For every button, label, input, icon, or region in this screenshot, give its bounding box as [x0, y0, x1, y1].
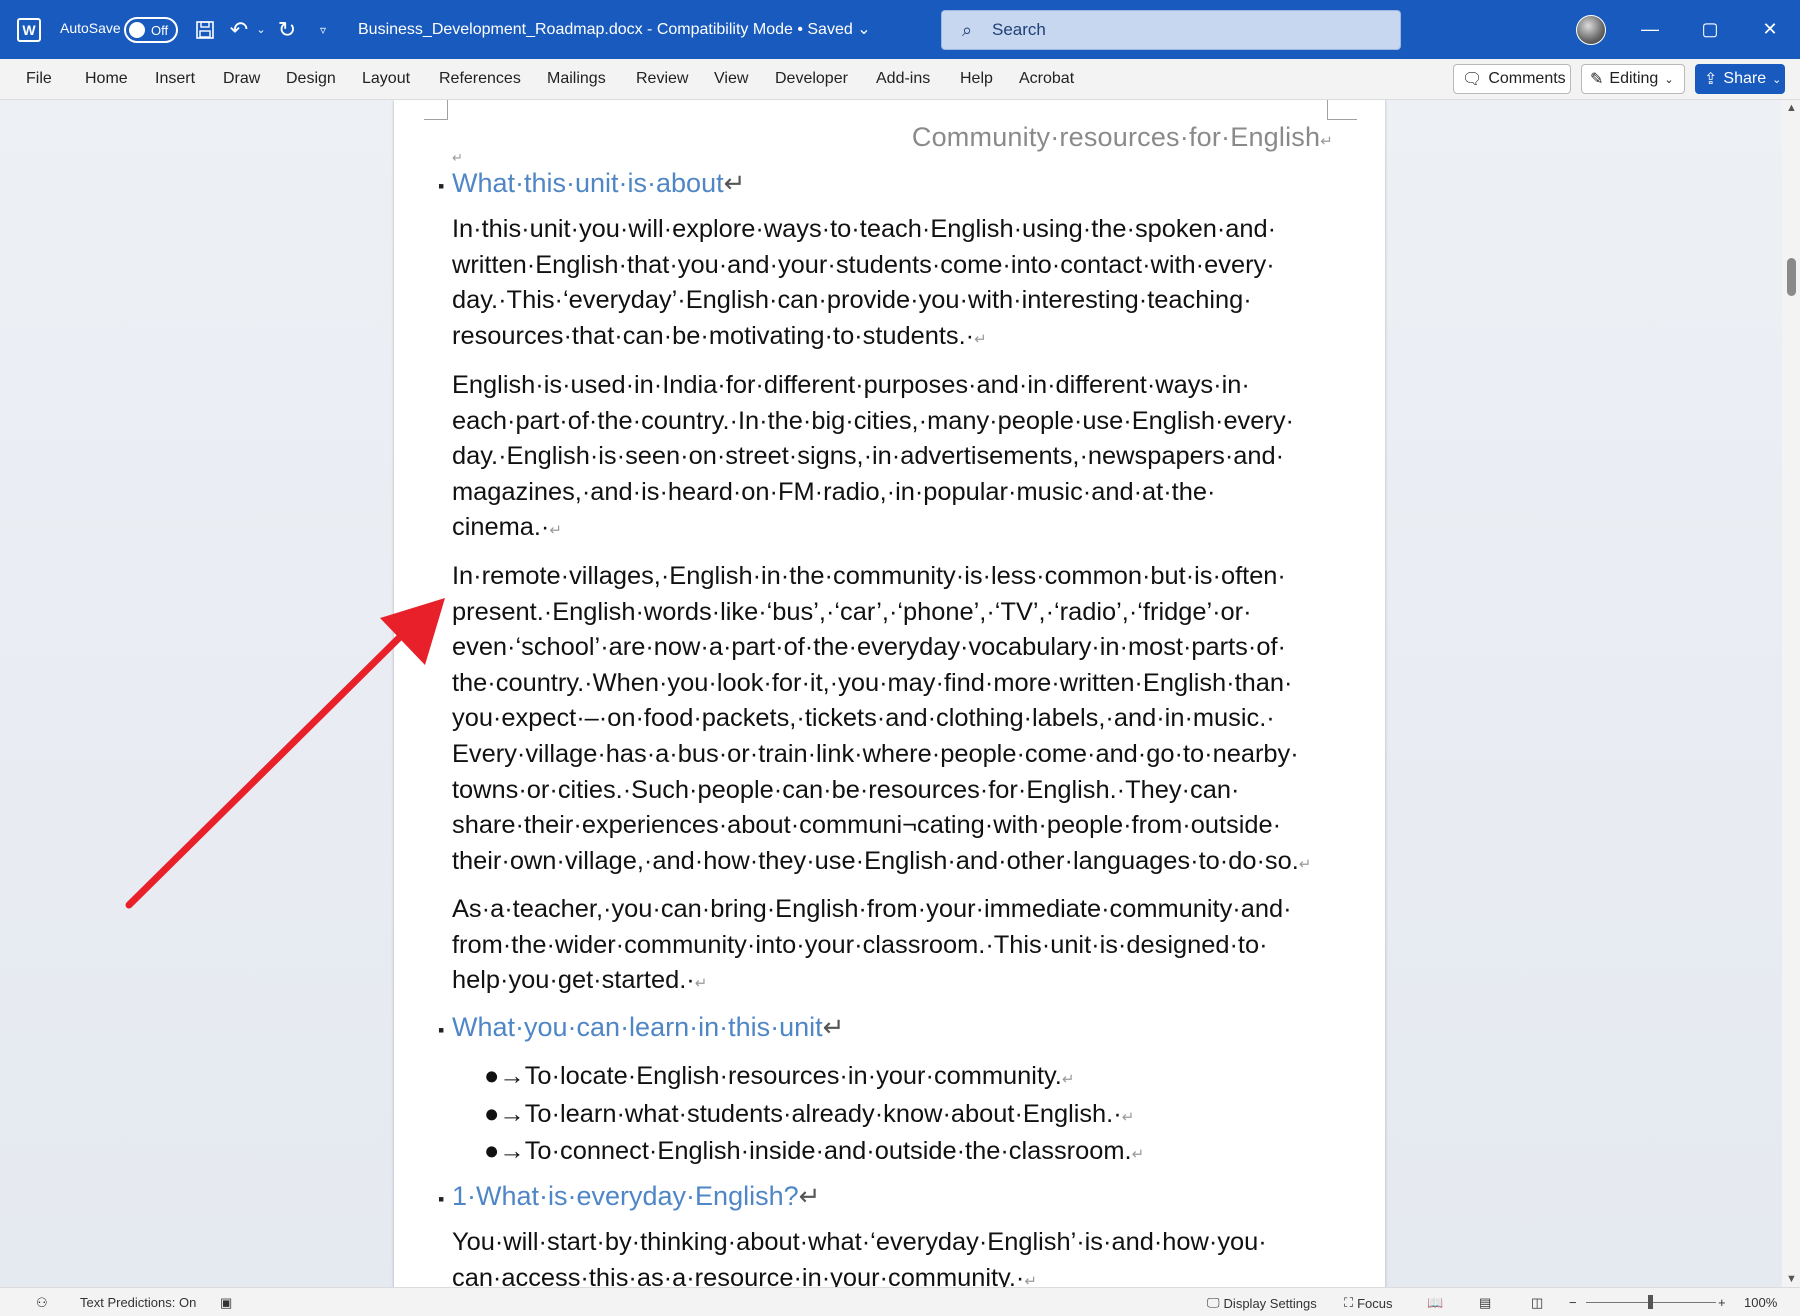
list-item: ●→To·locate·English·resources·in·your·co… — [484, 1062, 1075, 1090]
tab-home[interactable]: Home — [85, 70, 128, 88]
zoom-level[interactable]: 100% — [1744, 1295, 1777, 1310]
margin-corner-left — [424, 100, 448, 120]
toggle-knob — [129, 22, 145, 38]
document-page[interactable]: Community·resources·for·English↵ ↵ ▪ What… — [394, 100, 1385, 1287]
tab-design[interactable]: Design — [286, 70, 336, 88]
maximize-button[interactable]: ▢ — [1680, 0, 1740, 59]
tab-review[interactable]: Review — [636, 70, 688, 88]
list-item: ●→To·learn·what·students·already·know·ab… — [484, 1100, 1135, 1128]
editing-mode-button[interactable]: ✎ Editing ⌄ — [1581, 64, 1685, 94]
chevron-down-icon: ⌄ — [857, 21, 871, 38]
tab-file[interactable]: File — [26, 70, 52, 88]
web-layout-icon[interactable]: ◫ — [1531, 1295, 1543, 1311]
text-predictions-status[interactable]: Text Predictions: On — [80, 1295, 196, 1310]
scroll-up-icon[interactable]: ▲ — [1786, 102, 1797, 114]
focus-icon: ⛶ — [1344, 1295, 1354, 1310]
pencil-icon: ✎ — [1590, 71, 1604, 88]
close-button[interactable]: ✕ — [1740, 0, 1800, 59]
share-button[interactable]: ⇪ Share ⌄ — [1695, 64, 1785, 94]
paragraph-3: In·remote·villages,·English·in·the·commu… — [452, 562, 1312, 875]
read-mode-icon[interactable]: 📖 — [1427, 1295, 1443, 1311]
editing-label: Editing — [1609, 70, 1659, 87]
zoom-slider-thumb[interactable] — [1648, 1295, 1653, 1309]
chevron-down-icon: ⌄ — [1664, 73, 1674, 86]
display-settings-button[interactable]: 🖵 Display Settings — [1207, 1295, 1317, 1311]
tab-acrobat[interactable]: Acrobat — [1019, 70, 1074, 88]
focus-button[interactable]: ⛶ Focus — [1344, 1295, 1393, 1311]
scroll-down-icon[interactable]: ▼ — [1786, 1273, 1797, 1285]
list-item: ●→To·connect·English·inside·and·outside·… — [484, 1137, 1145, 1165]
paragraph-mark: ↵ — [452, 150, 463, 165]
paragraph-1: In·this·unit·you·will·explore·ways·to·te… — [452, 215, 1277, 350]
accessibility-icon[interactable]: ⚇ — [36, 1295, 48, 1311]
avatar[interactable] — [1576, 15, 1606, 45]
search-icon: ⌕ — [961, 19, 973, 40]
tab-view[interactable]: View — [714, 70, 748, 88]
paragraph-2: English·is·used·in·India·for·different·p… — [452, 371, 1294, 542]
search-box[interactable]: ⌕ Search — [941, 10, 1401, 50]
document-title[interactable]: Business_Development_Roadmap.docx - Comp… — [358, 19, 871, 39]
ribbon-tabs: File Home Insert Draw Design Layout Refe… — [0, 59, 1800, 100]
share-icon: ⇪ — [1704, 71, 1718, 88]
customize-toolbar-icon[interactable]: ▿ — [314, 0, 332, 59]
paragraph-4: As·a·teacher,·you·can·bring·English·from… — [452, 895, 1292, 995]
share-label: Share — [1723, 70, 1767, 87]
tab-mailings[interactable]: Mailings — [547, 70, 606, 88]
monitor-icon: 🖵 — [1207, 1295, 1220, 1310]
comments-label: Comments — [1488, 70, 1566, 87]
tab-developer[interactable]: Developer — [775, 70, 848, 88]
margin-corner-right — [1327, 100, 1357, 120]
tab-layout[interactable]: Layout — [362, 70, 410, 88]
vertical-scrollbar[interactable]: ▲ ▼ — [1782, 100, 1800, 1287]
print-layout-icon[interactable]: ▤ — [1479, 1295, 1491, 1311]
heading-learn: ▪ What·you·can·learn·in·this·unit↵ — [438, 1012, 845, 1042]
tab-add-ins[interactable]: Add-ins — [876, 70, 930, 88]
tab-help[interactable]: Help — [960, 70, 993, 88]
zoom-slider[interactable] — [1586, 1295, 1716, 1309]
status-bar: ⚇ Text Predictions: On ▣ 🖵 Display Settin… — [0, 1287, 1800, 1316]
comments-button[interactable]: 🗨 Comments — [1453, 64, 1571, 94]
chevron-down-icon: ⌄ — [1772, 73, 1782, 86]
search-placeholder: Search — [992, 20, 1046, 39]
undo-icon[interactable]: ↶ — [226, 0, 252, 59]
autosave-toggle[interactable]: Off — [124, 17, 178, 43]
heading-about: ▪ What·this·unit·is·about↵ — [438, 168, 746, 198]
zoom-out-icon[interactable]: − — [1569, 1295, 1577, 1310]
scrollbar-thumb[interactable] — [1787, 258, 1796, 296]
comment-icon: 🗨 — [1462, 71, 1483, 88]
save-icon[interactable] — [192, 0, 218, 59]
page-header: Community·resources·for·English↵ — [911, 122, 1333, 152]
paragraph-5: You·will·start·by·thinking·about·what·‘e… — [452, 1228, 1267, 1287]
heading-everyday-english: ▪ 1·What·is·everyday·English?↵ — [438, 1181, 821, 1211]
zoom-in-icon[interactable]: + — [1718, 1295, 1726, 1310]
word-app-icon: W — [14, 0, 44, 59]
document-canvas: Community·resources·for·English↵ ↵ ▪ What… — [0, 100, 1782, 1287]
tab-draw[interactable]: Draw — [223, 70, 260, 88]
minimize-button[interactable]: — — [1620, 0, 1680, 59]
tab-insert[interactable]: Insert — [155, 70, 195, 88]
tab-references[interactable]: References — [439, 70, 521, 88]
title-bar: W AutoSave Off ↶ ⌄ ↻ ▿ Business_Developm… — [0, 0, 1800, 59]
redo-icon[interactable]: ↻ — [274, 0, 300, 59]
autosave-state: Off — [151, 22, 169, 38]
autosave-label: AutoSave — [60, 20, 121, 36]
macro-recorder-icon[interactable]: ▣ — [220, 1295, 232, 1311]
undo-dropdown-icon[interactable]: ⌄ — [254, 0, 268, 59]
